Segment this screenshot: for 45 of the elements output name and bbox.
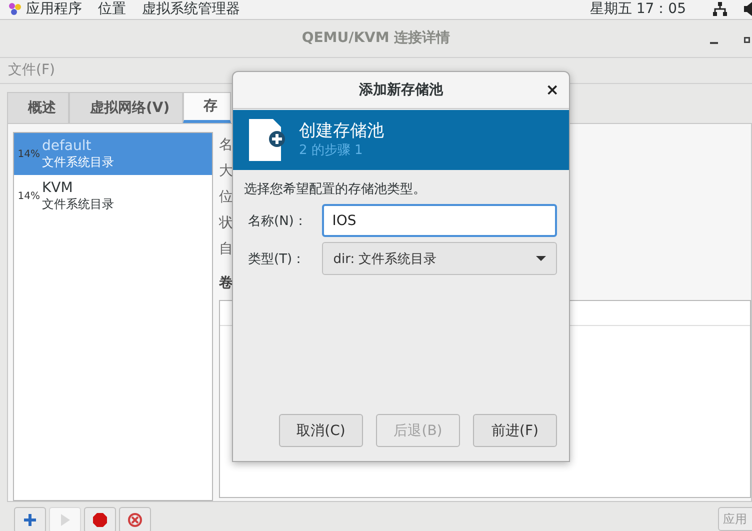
volumes-label: 卷 bbox=[219, 274, 233, 292]
tab[interactable]: 概述 bbox=[7, 92, 69, 123]
plus-icon bbox=[24, 514, 36, 526]
minimize-icon[interactable] bbox=[710, 42, 718, 44]
top-menu[interactable]: 虚拟系统管理器 bbox=[142, 0, 240, 18]
detail-label: 名 bbox=[219, 136, 233, 155]
pool-name: KVM bbox=[42, 180, 74, 197]
usage-text: 14% bbox=[16, 148, 41, 160]
add-button[interactable] bbox=[14, 507, 46, 531]
maximize-icon[interactable] bbox=[744, 36, 750, 43]
detail-label: 状 bbox=[219, 214, 233, 233]
top-menu[interactable]: 位置 bbox=[98, 0, 126, 18]
pool-type: 文件系统目录 bbox=[42, 155, 114, 170]
step-text: 2 的步骤 1 bbox=[299, 142, 364, 160]
top-menu[interactable]: 应用程序 bbox=[26, 0, 82, 18]
stop-icon bbox=[93, 513, 107, 527]
field-label: 类型(T)： bbox=[247, 250, 306, 268]
description-text: 选择您希望配置的存储池类型。 bbox=[244, 181, 427, 198]
delete-icon bbox=[128, 513, 142, 527]
play-icon bbox=[59, 514, 71, 526]
tab[interactable]: 存 bbox=[182, 92, 231, 123]
dialog-heading: 创建存储池 bbox=[299, 120, 384, 142]
clock[interactable]: 星期五 17：05 bbox=[590, 0, 686, 18]
field-label: 名称(N)： bbox=[247, 212, 308, 230]
dropdown-caret-icon bbox=[536, 256, 546, 261]
pool-type: 文件系统目录 bbox=[42, 197, 114, 212]
pool-name: default bbox=[42, 138, 92, 155]
window-title: QEMU/KVM 连接详情 bbox=[302, 29, 450, 48]
delete-button[interactable] bbox=[119, 507, 151, 531]
volume-icon[interactable] bbox=[744, 2, 752, 16]
usage-text: 14% bbox=[16, 190, 41, 202]
name-field[interactable]: IOS bbox=[322, 204, 557, 237]
app-menu-icon[interactable] bbox=[8, 2, 22, 16]
detail-label: 大 bbox=[219, 162, 233, 181]
dialog-button[interactable]: 前进(F) bbox=[473, 414, 557, 447]
tab[interactable]: 虚拟网络(V) bbox=[69, 92, 183, 123]
dialog-button[interactable]: 取消(C) bbox=[279, 414, 363, 447]
detail-label: 位 bbox=[219, 188, 233, 207]
network-icon[interactable] bbox=[712, 1, 728, 18]
detail-label: 自 bbox=[219, 240, 233, 259]
dialog-title: 添加新存储池 bbox=[359, 81, 443, 99]
new-file-icon bbox=[249, 119, 285, 161]
close-button[interactable]: × bbox=[546, 80, 559, 100]
type-dropdown[interactable]: dir: 文件系统目录 bbox=[322, 242, 557, 275]
stop-button[interactable] bbox=[84, 507, 116, 531]
